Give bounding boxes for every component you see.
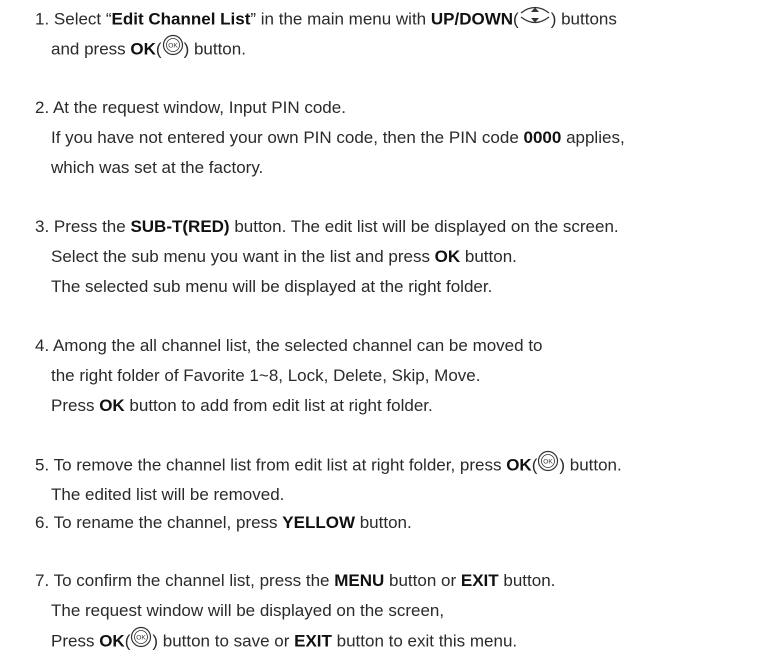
ok-button-icon: OK: [162, 34, 184, 66]
step-1: 1. Select “Edit Channel List” in the mai…: [0, 4, 766, 64]
step-4: 4. Among the all channel list, the selec…: [0, 331, 766, 421]
instruction-page: 1. Select “Edit Channel List” in the mai…: [0, 0, 766, 662]
step-7: 7. To confirm the channel list, press th…: [0, 566, 766, 656]
button-name: EXIT: [460, 571, 499, 590]
svg-text:OK: OK: [168, 43, 178, 50]
step-line: 6. To rename the channel, press YELLOW b…: [35, 513, 412, 532]
button-name: OK: [99, 631, 125, 651]
svg-text:OK: OK: [544, 459, 554, 466]
button-name: UP/DOWN: [430, 9, 514, 29]
step-line: 4. Among the all channel list, the selec…: [35, 336, 543, 355]
pin-code: 0000: [523, 128, 562, 147]
step-line: 5. To remove the channel list from edit …: [0, 450, 766, 480]
step-2: 2. At the request window, Input PIN code…: [0, 93, 766, 183]
step-line: Press OK button to add from edit list at…: [51, 396, 433, 415]
button-name: OK: [130, 39, 156, 59]
step-line: The request window will be displayed on …: [51, 601, 445, 620]
step-line: 1. Select “Edit Channel List” in the mai…: [0, 4, 766, 34]
menu-item-name: Edit Channel List: [111, 9, 251, 29]
button-name: OK: [434, 247, 461, 266]
ok-button-icon: OK: [130, 626, 152, 658]
step-line: which was set at the factory.: [51, 158, 264, 177]
step-line: the right folder of Favorite 1~8, Lock, …: [51, 366, 481, 385]
button-name: OK: [99, 396, 125, 415]
step-line: If you have not entered your own PIN cod…: [51, 128, 625, 147]
button-name: OK: [506, 455, 532, 475]
step-line: 7. To confirm the channel list, press th…: [35, 571, 556, 590]
step-5: 5. To remove the channel list from edit …: [0, 450, 766, 510]
step-line: 3. Press the SUB-T(RED) button. The edit…: [35, 217, 619, 236]
step-line: and press OK(OK) button.: [0, 34, 766, 64]
button-name: SUB-T(RED): [130, 217, 230, 236]
step-line: The edited list will be removed.: [51, 485, 285, 504]
step-line: The selected sub menu will be displayed …: [51, 277, 493, 296]
button-name: YELLOW: [282, 513, 355, 532]
step-line: 2. At the request window, Input PIN code…: [35, 98, 346, 117]
step-line: Press OK(OK) button to save or EXIT butt…: [0, 626, 766, 656]
button-name: EXIT: [294, 631, 332, 651]
step-line: Select the sub menu you want in the list…: [51, 247, 517, 266]
step-3: 3. Press the SUB-T(RED) button. The edit…: [0, 212, 766, 302]
svg-text:OK: OK: [137, 635, 147, 642]
up-down-arrows-icon: [519, 4, 551, 36]
button-name: MENU: [334, 571, 385, 590]
step-6: 6. To rename the channel, press YELLOW b…: [0, 508, 766, 538]
ok-button-icon: OK: [537, 450, 559, 482]
